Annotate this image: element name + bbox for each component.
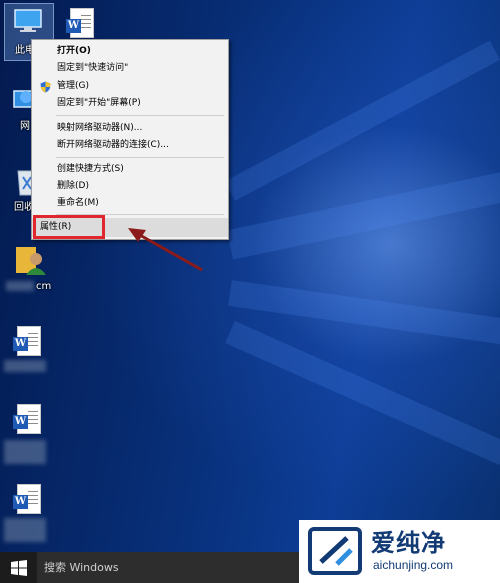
highlight-box xyxy=(33,215,105,239)
menu-item-pin-quick-access[interactable]: 固定到"快速访问" xyxy=(32,61,228,76)
menu-item-label: 删除(D) xyxy=(57,181,89,191)
menu-item-disconnect-network-drive[interactable]: 断开网络驱动器的连接(C)... xyxy=(32,138,228,153)
menu-item-label: 固定到"开始"屏幕(P) xyxy=(57,98,141,108)
menu-item-manage[interactable]: 管理(G) xyxy=(32,79,228,94)
word-document-icon[interactable]: W xyxy=(66,8,94,38)
search-box[interactable]: 搜索 Windows xyxy=(37,552,299,583)
search-placeholder: 搜索 Windows xyxy=(44,561,119,574)
watermark-url: aichunjing.com xyxy=(373,558,454,572)
windows-logo-icon xyxy=(11,560,27,576)
blurred-label xyxy=(4,360,46,372)
menu-item-label: 打开(O) xyxy=(57,46,91,56)
watermark-logo-icon xyxy=(308,527,362,575)
menu-separator xyxy=(56,115,224,116)
word-document-icon[interactable]: W xyxy=(13,484,41,514)
context-menu: 打开(O) 固定到"快速访问" 管理(G) 固定到"开始"屏幕(P) 映射网络驱… xyxy=(31,39,229,240)
menu-item-delete[interactable]: 删除(D) xyxy=(32,179,228,194)
menu-item-rename[interactable]: 重命名(M) xyxy=(32,196,228,211)
menu-item-label: 固定到"快速访问" xyxy=(57,63,129,73)
user-folder-icon[interactable]: cm xyxy=(4,243,52,293)
word-document-icon[interactable]: W xyxy=(13,326,41,356)
shield-icon xyxy=(40,81,51,93)
menu-item-map-network-drive[interactable]: 映射网络驱动器(N)... xyxy=(32,121,228,136)
blurred-label xyxy=(4,518,46,542)
person-folder-icon xyxy=(16,247,46,275)
start-button[interactable] xyxy=(0,552,37,583)
menu-item-create-shortcut[interactable]: 创建快捷方式(S) xyxy=(32,162,228,177)
network-label: 网 xyxy=(20,121,30,132)
menu-item-open[interactable]: 打开(O) xyxy=(32,44,228,59)
menu-item-label: 创建快捷方式(S) xyxy=(57,164,124,174)
menu-item-label: 断开网络驱动器的连接(C)... xyxy=(57,140,169,150)
blurred-label xyxy=(4,440,46,464)
monitor-icon xyxy=(14,9,42,32)
menu-separator xyxy=(56,157,224,158)
menu-item-label: 重命名(M) xyxy=(57,198,99,208)
menu-item-label: 管理(G) xyxy=(57,81,89,91)
menu-item-pin-start[interactable]: 固定到"开始"屏幕(P) xyxy=(32,96,228,111)
pointer-arrow-icon xyxy=(128,228,203,272)
word-document-icon[interactable]: W xyxy=(13,404,41,434)
user-folder-label: cm xyxy=(36,281,52,292)
watermark-title: 爱纯净 xyxy=(371,529,446,557)
menu-item-label: 映射网络驱动器(N)... xyxy=(57,123,143,133)
watermark: 爱纯净 aichunjing.com xyxy=(299,520,500,583)
